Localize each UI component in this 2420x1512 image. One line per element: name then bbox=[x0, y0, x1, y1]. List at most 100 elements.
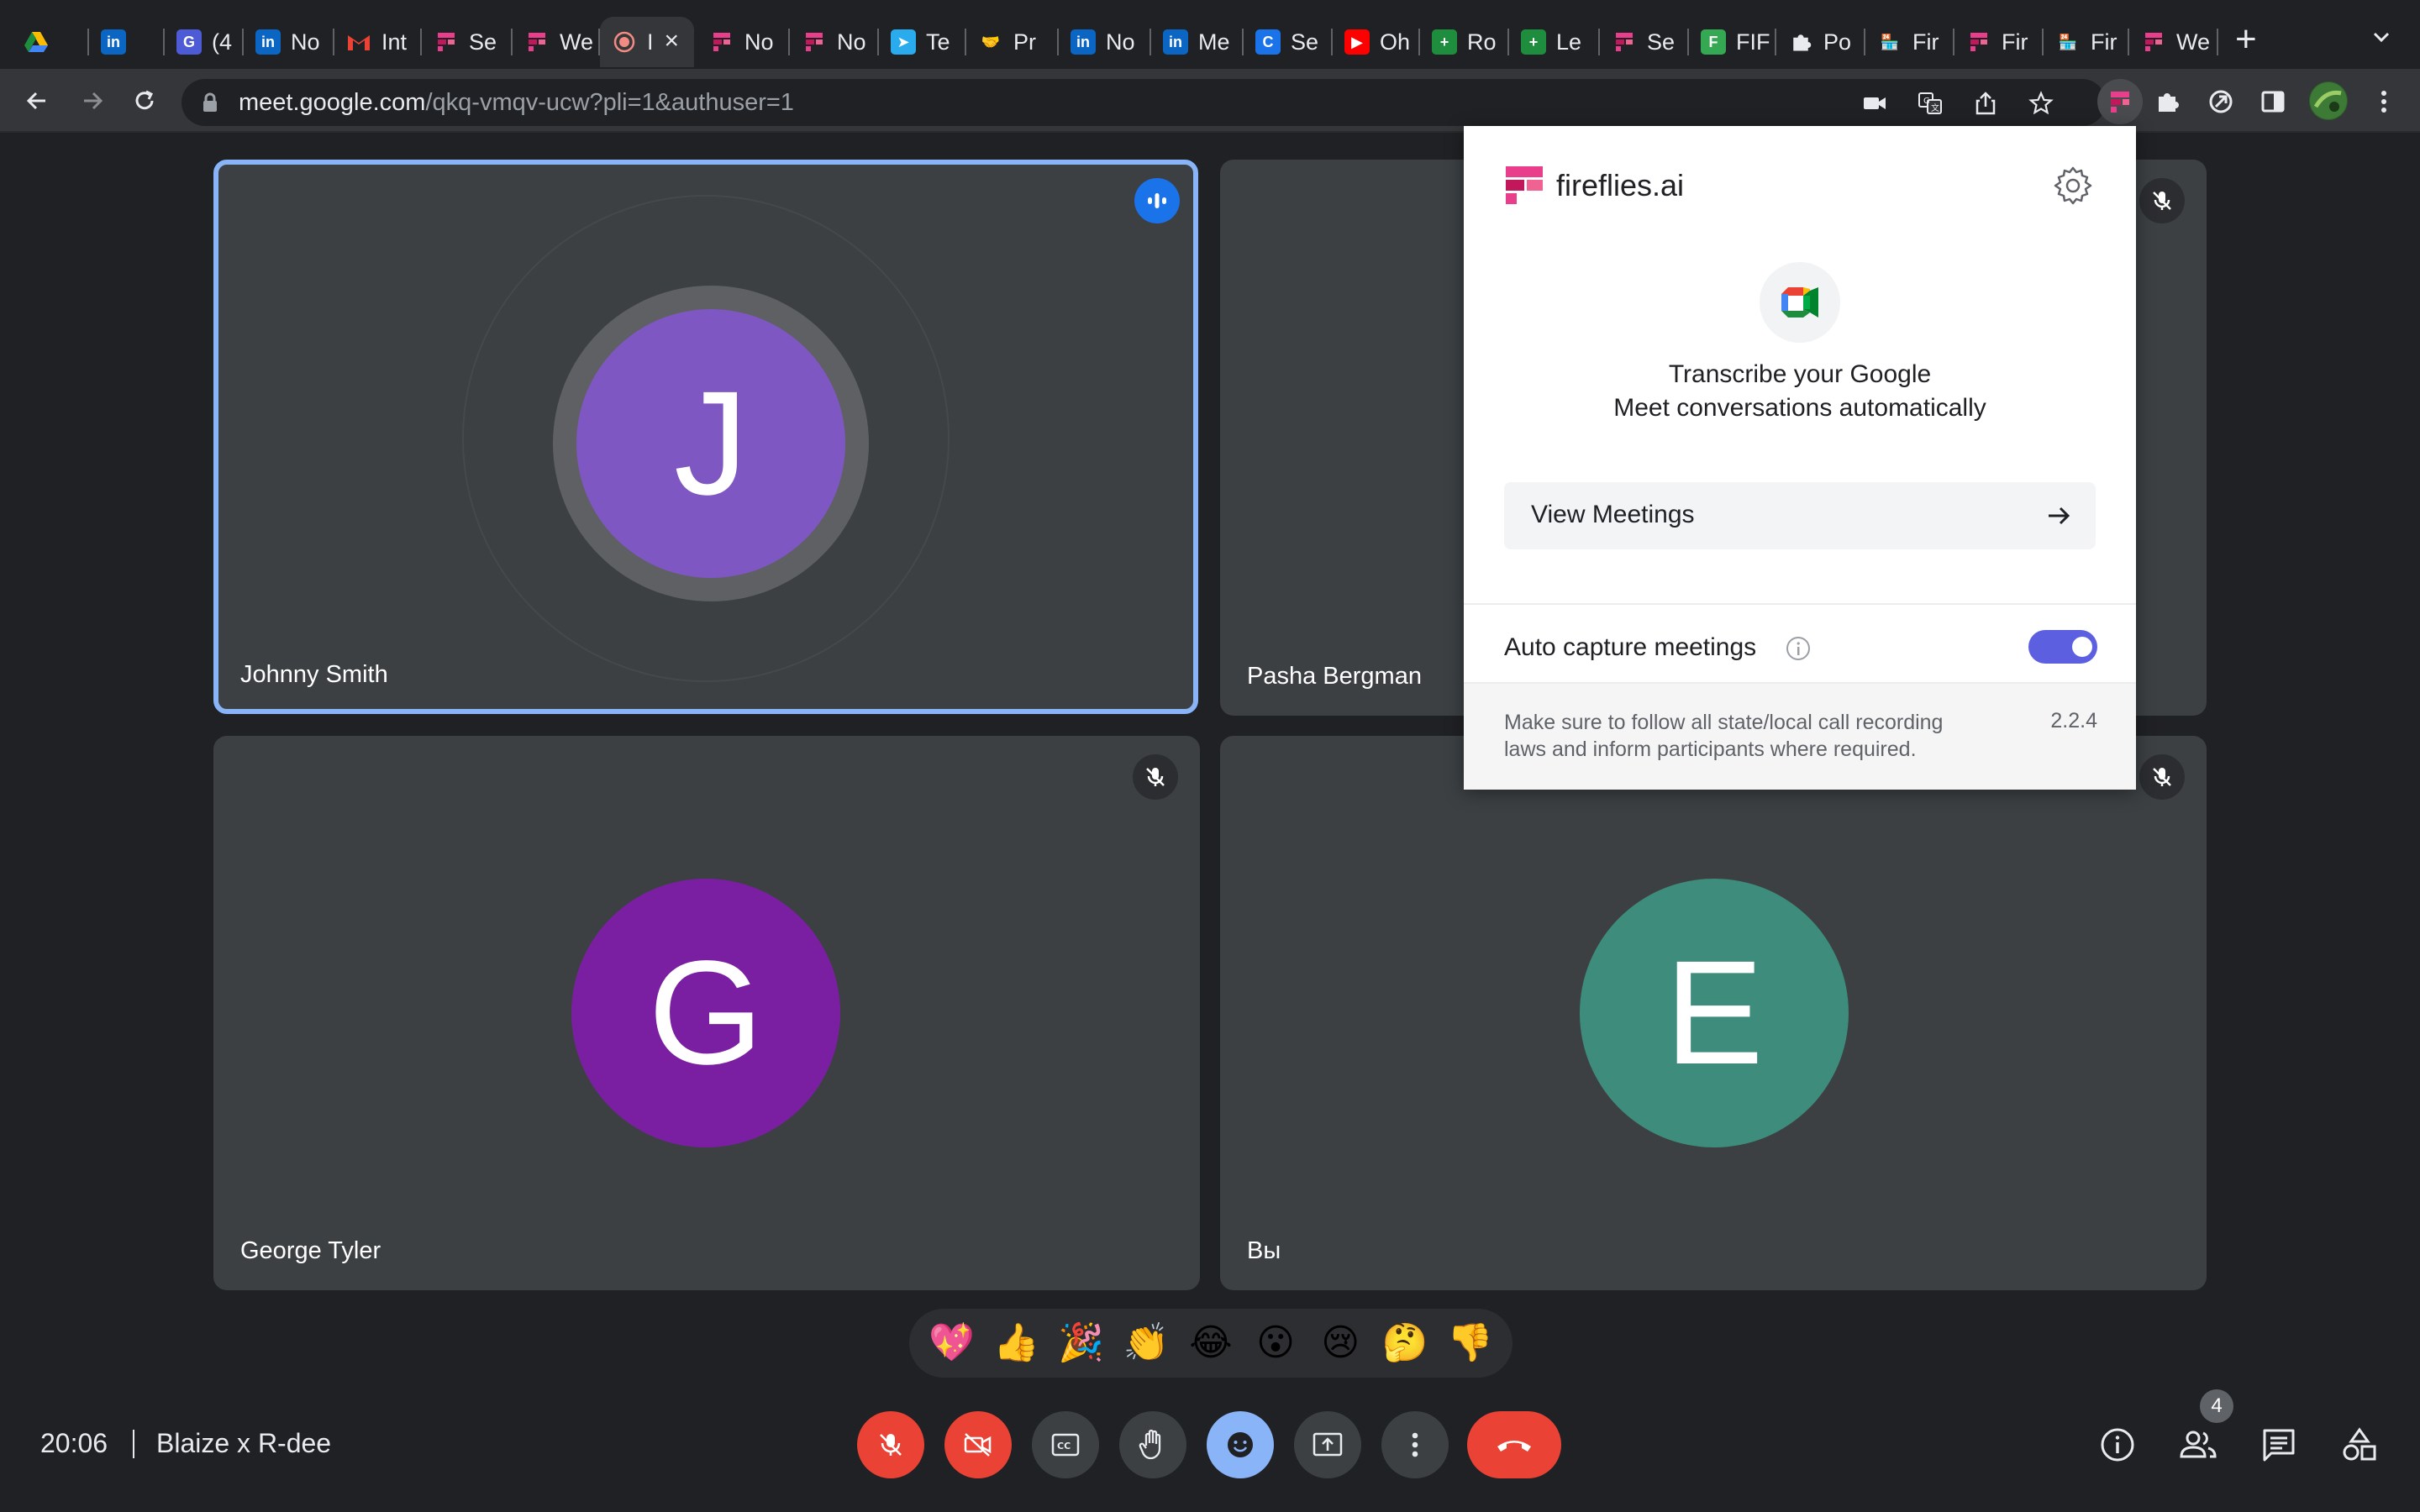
fireflies-icon bbox=[1612, 29, 1637, 55]
avatar: E bbox=[1580, 879, 1849, 1147]
leave-call-button[interactable] bbox=[1467, 1411, 1561, 1478]
chat-button[interactable] bbox=[2259, 1425, 2299, 1465]
forward-button[interactable] bbox=[76, 84, 109, 118]
fireflies-popup: fireflies.ai Transcribe your Google Meet… bbox=[1464, 126, 2136, 790]
url-path: /qkq-vmqv-ucw?pli=1&authuser=1 bbox=[425, 89, 794, 116]
reaction-emoji-button[interactable]: 😢 bbox=[1317, 1322, 1364, 1364]
more-vert-icon bbox=[1412, 1432, 1418, 1457]
browser-tab[interactable] bbox=[12, 17, 89, 67]
recording-icon bbox=[612, 29, 637, 55]
svg-text:文: 文 bbox=[1931, 102, 1939, 113]
url-text[interactable]: meet.google.com/qkq-vmqv-ucw?pli=1&authu… bbox=[239, 89, 794, 117]
browser-tab[interactable]: Se bbox=[1600, 17, 1689, 67]
browser-tab[interactable]: No bbox=[697, 17, 790, 67]
participant-tile-self[interactable]: E Вы bbox=[1220, 736, 2207, 1290]
captions-button[interactable]: CC bbox=[1032, 1411, 1099, 1478]
camera-toggle-button[interactable] bbox=[944, 1411, 1012, 1478]
reaction-emoji-button[interactable]: 🤔 bbox=[1381, 1322, 1428, 1364]
browser-tab[interactable]: in bbox=[89, 17, 165, 67]
tab-title: Me bbox=[1198, 29, 1230, 55]
browser-tab[interactable]: in No bbox=[244, 17, 334, 67]
browser-tab[interactable]: C Se bbox=[1244, 17, 1333, 67]
browser-tab[interactable]: We bbox=[2129, 17, 2218, 67]
browser-tab[interactable]: 🏪 Fir bbox=[1865, 17, 1954, 67]
youtube-icon: ▶ bbox=[1344, 29, 1370, 55]
linkedin-icon: in bbox=[255, 29, 281, 55]
view-meetings-label: View Meetings bbox=[1531, 501, 1695, 528]
translate-icon[interactable]: G文 bbox=[1918, 91, 1943, 116]
camera-in-use-icon[interactable] bbox=[1862, 91, 1887, 116]
reaction-emoji-button[interactable]: 👍 bbox=[993, 1322, 1040, 1364]
auto-capture-toggle[interactable] bbox=[2028, 630, 2097, 664]
browser-tab[interactable]: in Me bbox=[1151, 17, 1244, 67]
new-tab-button[interactable]: + bbox=[2235, 18, 2257, 60]
browser-tab[interactable]: in No bbox=[1059, 17, 1151, 67]
emoji-reactions-button[interactable] bbox=[1207, 1411, 1274, 1478]
svg-text:CC: CC bbox=[1057, 1441, 1071, 1452]
browser-tab[interactable]: ▶ Oh bbox=[1333, 17, 1420, 67]
microphone-toggle-button[interactable] bbox=[857, 1411, 924, 1478]
browser-tab[interactable]: Se bbox=[422, 17, 513, 67]
browser-tab[interactable]: I × bbox=[600, 17, 694, 67]
fireflies-extension-button[interactable] bbox=[2097, 79, 2143, 124]
reaction-emoji-button[interactable]: 🎉 bbox=[1058, 1322, 1105, 1364]
more-options-button[interactable] bbox=[1381, 1411, 1449, 1478]
notification-app-icon: G bbox=[176, 29, 202, 55]
browser-tab[interactable]: 🏪 Fir bbox=[2044, 17, 2129, 67]
reaction-emoji-button[interactable]: 👏 bbox=[1123, 1322, 1170, 1364]
meeting-details-button[interactable] bbox=[2097, 1425, 2138, 1465]
browser-tab[interactable]: We bbox=[513, 17, 600, 67]
participant-tile-george[interactable]: G George Tyler bbox=[213, 736, 1200, 1290]
google-drive-icon bbox=[24, 29, 49, 55]
people-button[interactable] bbox=[2178, 1425, 2218, 1465]
extension-leaf-icon[interactable] bbox=[2205, 86, 2237, 118]
tab-title: Fir bbox=[2002, 29, 2028, 55]
divider bbox=[133, 1430, 134, 1458]
reaction-emoji-button[interactable]: 😂 bbox=[1187, 1322, 1234, 1364]
browser-menu-icon[interactable] bbox=[2368, 86, 2400, 118]
chat-icon bbox=[2263, 1429, 2295, 1462]
participant-tile-johnny[interactable]: J Johnny Smith bbox=[213, 160, 1198, 714]
participant-name: Johnny Smith bbox=[240, 661, 388, 688]
browser-tab[interactable]: F FIF bbox=[1689, 17, 1776, 67]
tab-title: Se bbox=[1291, 29, 1319, 55]
extensions-puzzle-icon[interactable] bbox=[2151, 86, 2183, 118]
reaction-emoji-button[interactable]: 😮 bbox=[1252, 1322, 1299, 1364]
bookmark-star-icon[interactable] bbox=[2028, 91, 2054, 116]
browser-tab[interactable]: G (4 bbox=[165, 17, 244, 67]
tab-title: Po bbox=[1823, 29, 1852, 55]
present-screen-button[interactable] bbox=[1294, 1411, 1361, 1478]
browser-tab[interactable]: Po bbox=[1776, 17, 1865, 67]
mic-off-icon bbox=[2139, 754, 2185, 800]
sheets-icon: + bbox=[1432, 29, 1457, 55]
tab-close-icon[interactable]: × bbox=[664, 29, 679, 54]
mic-off-icon bbox=[1133, 754, 1178, 800]
back-button[interactable] bbox=[20, 84, 54, 118]
linkedin-icon: in bbox=[101, 29, 126, 55]
browser-tab[interactable]: 🤝 Pr bbox=[966, 17, 1059, 67]
share-icon[interactable] bbox=[1973, 91, 1998, 116]
settings-gear-icon[interactable] bbox=[2052, 165, 2094, 211]
activities-button[interactable] bbox=[2339, 1425, 2380, 1465]
reload-button[interactable] bbox=[128, 84, 161, 118]
browser-tab[interactable]: Int bbox=[334, 17, 422, 67]
address-bar[interactable]: meet.google.com/qkq-vmqv-ucw?pli=1&authu… bbox=[182, 79, 2106, 126]
side-panel-icon[interactable] bbox=[2257, 86, 2289, 118]
reaction-emoji-button[interactable]: 👎 bbox=[1446, 1322, 1493, 1364]
tab-title: Int bbox=[381, 29, 408, 55]
meeting-clock: 20:06 bbox=[40, 1428, 108, 1458]
tab-search-icon[interactable] bbox=[2370, 25, 2393, 49]
browser-tab[interactable]: ➤ Te bbox=[879, 17, 966, 67]
browser-tab[interactable]: No bbox=[790, 17, 879, 67]
profile-avatar[interactable] bbox=[2309, 81, 2348, 120]
info-icon[interactable] bbox=[1785, 635, 1812, 666]
browser-tab[interactable]: + Le bbox=[1509, 17, 1600, 67]
people-icon bbox=[2180, 1431, 2217, 1458]
mic-off-icon bbox=[2139, 178, 2185, 223]
reaction-emoji-button[interactable]: 💖 bbox=[929, 1322, 976, 1364]
raise-hand-button[interactable] bbox=[1119, 1411, 1186, 1478]
browser-tab[interactable]: Fir bbox=[1954, 17, 2044, 67]
view-meetings-button[interactable]: View Meetings bbox=[1504, 482, 2096, 549]
browser-tab[interactable]: + Ro bbox=[1420, 17, 1509, 67]
lock-icon[interactable] bbox=[202, 92, 218, 117]
